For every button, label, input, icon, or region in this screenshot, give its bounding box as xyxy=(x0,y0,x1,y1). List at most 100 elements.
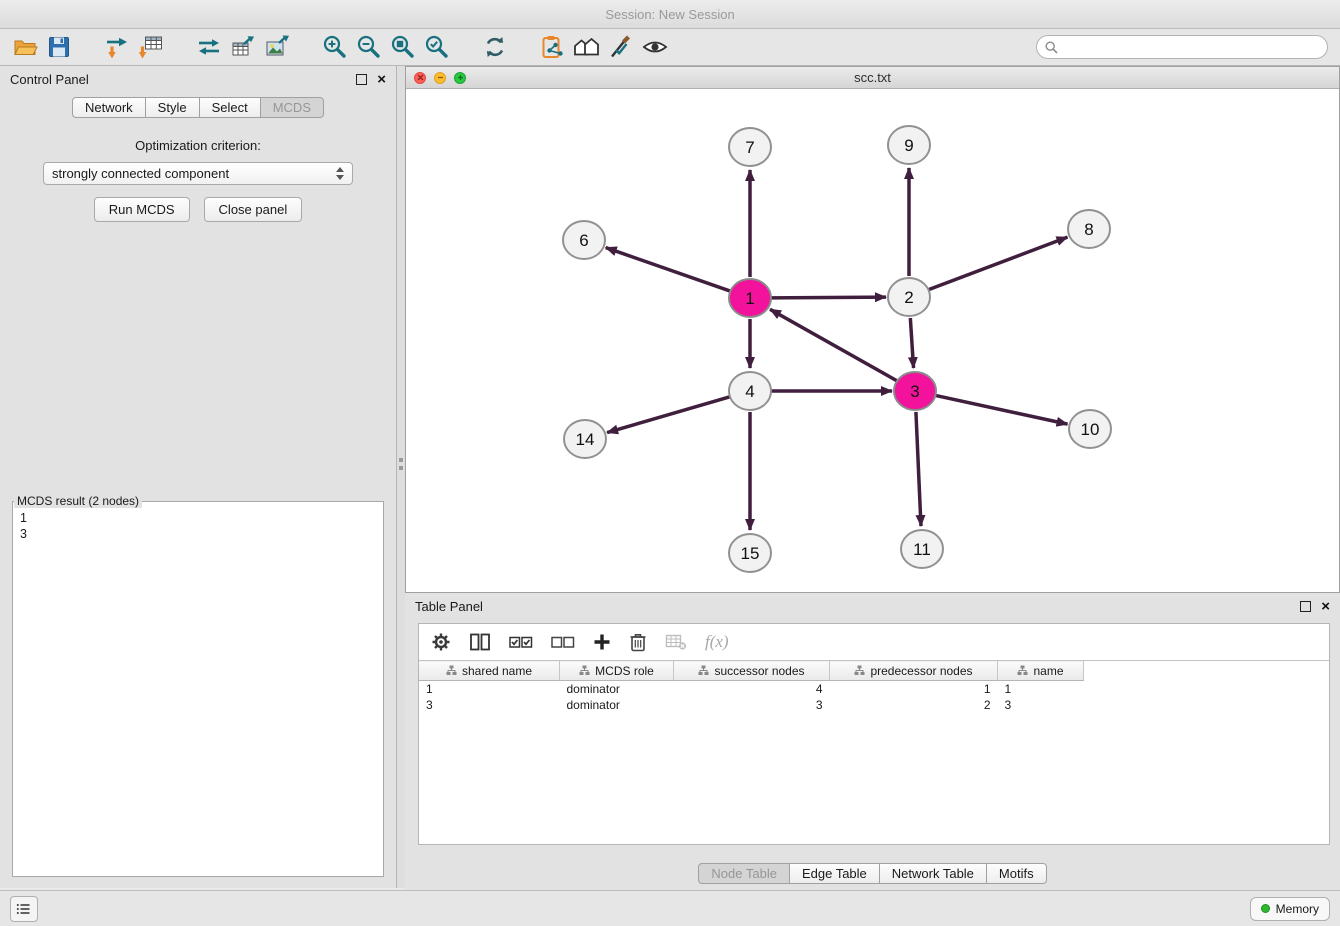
mcds-result-textarea[interactable]: 13 xyxy=(14,509,382,875)
add-column-icon[interactable] xyxy=(593,633,611,651)
svg-text:3: 3 xyxy=(910,382,919,401)
graph-edge-1-6[interactable] xyxy=(606,248,730,291)
network-graph[interactable]: 7 9 6 8 1 2 4 3 14 10 15 11 xyxy=(406,89,1339,593)
import-network-file-icon[interactable] xyxy=(102,32,132,62)
network-window-titlebar[interactable]: scc.txt xyxy=(406,67,1339,89)
criterion-dropdown[interactable]: strongly connected component xyxy=(43,162,353,185)
graph-node-8[interactable]: 8 xyxy=(1068,210,1110,248)
eye-icon[interactable] xyxy=(640,32,670,62)
graph-node-15[interactable]: 15 xyxy=(729,534,771,572)
zoom-out-icon[interactable] xyxy=(354,32,384,62)
table-tab-motifs[interactable]: Motifs xyxy=(986,863,1047,884)
run-mcds-button[interactable]: Run MCDS xyxy=(94,197,190,222)
graph-node-6[interactable]: 6 xyxy=(563,221,605,259)
network-canvas[interactable]: 7 9 6 8 1 2 4 3 14 10 15 11 xyxy=(406,89,1339,593)
export-image-icon[interactable] xyxy=(262,32,292,62)
table-cell[interactable]: dominator xyxy=(560,681,674,698)
graph-edge-2-3[interactable] xyxy=(910,318,913,368)
graph-node-14[interactable]: 14 xyxy=(564,420,606,458)
tab-mcds[interactable]: MCDS xyxy=(260,97,324,118)
column-header-MCDS-role[interactable]: MCDS role xyxy=(560,661,674,681)
export-table-icon[interactable] xyxy=(228,32,258,62)
float-panel-icon[interactable] xyxy=(356,74,367,85)
graph-edge-4-14[interactable] xyxy=(607,397,730,433)
graph-node-10[interactable]: 10 xyxy=(1069,410,1111,448)
graph-node-4[interactable]: 4 xyxy=(729,372,771,410)
close-panel-button[interactable]: Close panel xyxy=(204,197,303,222)
delete-column-trash-icon[interactable] xyxy=(629,632,647,652)
style-wand-icon[interactable] xyxy=(606,32,636,62)
table-cell[interactable]: dominator xyxy=(560,697,674,713)
task-history-button[interactable] xyxy=(10,896,38,922)
svg-text:8: 8 xyxy=(1084,220,1093,239)
search-box[interactable] xyxy=(1036,35,1328,59)
graph-node-11[interactable]: 11 xyxy=(901,530,943,568)
close-panel-icon[interactable]: × xyxy=(377,72,386,87)
table-tab-node-table[interactable]: Node Table xyxy=(698,863,790,884)
mcds-result-group: MCDS result (2 nodes) 13 xyxy=(12,494,384,877)
column-header-shared-name[interactable]: shared name xyxy=(419,661,560,681)
close-table-panel-icon[interactable]: × xyxy=(1321,599,1330,614)
column-header-name[interactable]: name xyxy=(998,661,1084,681)
deselect-all-rows-icon[interactable] xyxy=(551,634,575,650)
zoom-fit-icon[interactable] xyxy=(388,32,418,62)
table-tab-network-table[interactable]: Network Table xyxy=(879,863,987,884)
table-tab-edge-table[interactable]: Edge Table xyxy=(789,863,880,884)
table-cell[interactable]: 2 xyxy=(830,697,998,713)
table-panel-title: Table Panel xyxy=(415,599,483,614)
table-cell[interactable]: 1 xyxy=(998,681,1084,698)
select-all-rows-icon[interactable] xyxy=(509,634,533,650)
tab-style[interactable]: Style xyxy=(145,97,200,118)
tab-select[interactable]: Select xyxy=(199,97,261,118)
zoom-in-icon[interactable] xyxy=(320,32,350,62)
graph-node-9[interactable]: 9 xyxy=(888,126,930,164)
column-header-predecessor-nodes[interactable]: predecessor nodes xyxy=(830,661,998,681)
column-type-icon xyxy=(698,665,709,676)
graph-node-1[interactable]: 1 xyxy=(729,279,771,317)
show-columns-icon[interactable] xyxy=(469,632,491,652)
column-header-successor-nodes[interactable]: successor nodes xyxy=(674,661,830,681)
new-network-icon[interactable] xyxy=(194,32,224,62)
paste-network-icon[interactable] xyxy=(538,32,568,62)
open-session-icon[interactable] xyxy=(10,32,40,62)
memory-button[interactable]: Memory xyxy=(1250,897,1330,921)
graph-edge-3-1[interactable] xyxy=(770,309,897,380)
ndex-home-icon[interactable] xyxy=(572,32,602,62)
table-cell[interactable]: 3 xyxy=(998,697,1084,713)
table-cell[interactable]: 3 xyxy=(419,697,560,713)
svg-text:10: 10 xyxy=(1081,420,1100,439)
window-close-button[interactable] xyxy=(414,72,426,84)
table-settings-gear-icon[interactable] xyxy=(431,632,451,652)
svg-text:7: 7 xyxy=(745,138,754,157)
svg-text:1: 1 xyxy=(745,289,754,308)
column-type-icon xyxy=(1017,665,1028,676)
window-zoom-button[interactable] xyxy=(454,72,466,84)
graph-node-7[interactable]: 7 xyxy=(729,128,771,166)
table-row[interactable]: 1dominator411 xyxy=(419,681,1329,698)
memory-status-icon xyxy=(1261,904,1270,913)
graph-edge-3-11[interactable] xyxy=(916,412,921,526)
search-input[interactable] xyxy=(1063,39,1319,55)
criterion-dropdown-value: strongly connected component xyxy=(52,166,229,181)
window-minimize-button[interactable] xyxy=(434,72,446,84)
refresh-icon[interactable] xyxy=(480,32,510,62)
graph-edge-3-10[interactable] xyxy=(936,395,1068,424)
table-toolbar: f(x) xyxy=(419,624,1329,660)
table-cell[interactable]: 1 xyxy=(419,681,560,698)
table-cell[interactable]: 3 xyxy=(674,697,830,713)
graph-node-3[interactable]: 3 xyxy=(894,372,936,410)
tab-network[interactable]: Network xyxy=(72,97,146,118)
float-table-panel-icon[interactable] xyxy=(1300,601,1311,612)
import-table-file-icon[interactable] xyxy=(136,32,166,62)
delete-table-icon xyxy=(665,633,687,651)
graph-edge-2-8[interactable] xyxy=(929,237,1068,289)
panel-splitter[interactable] xyxy=(397,66,405,888)
graph-edge-1-2[interactable] xyxy=(771,297,886,298)
graph-node-2[interactable]: 2 xyxy=(888,278,930,316)
table-cell[interactable]: 1 xyxy=(830,681,998,698)
save-session-icon[interactable] xyxy=(44,32,74,62)
table-cell[interactable]: 4 xyxy=(674,681,830,698)
zoom-selected-icon[interactable] xyxy=(422,32,452,62)
function-builder-icon: f(x) xyxy=(705,632,729,652)
table-row[interactable]: 3dominator323 xyxy=(419,697,1329,713)
